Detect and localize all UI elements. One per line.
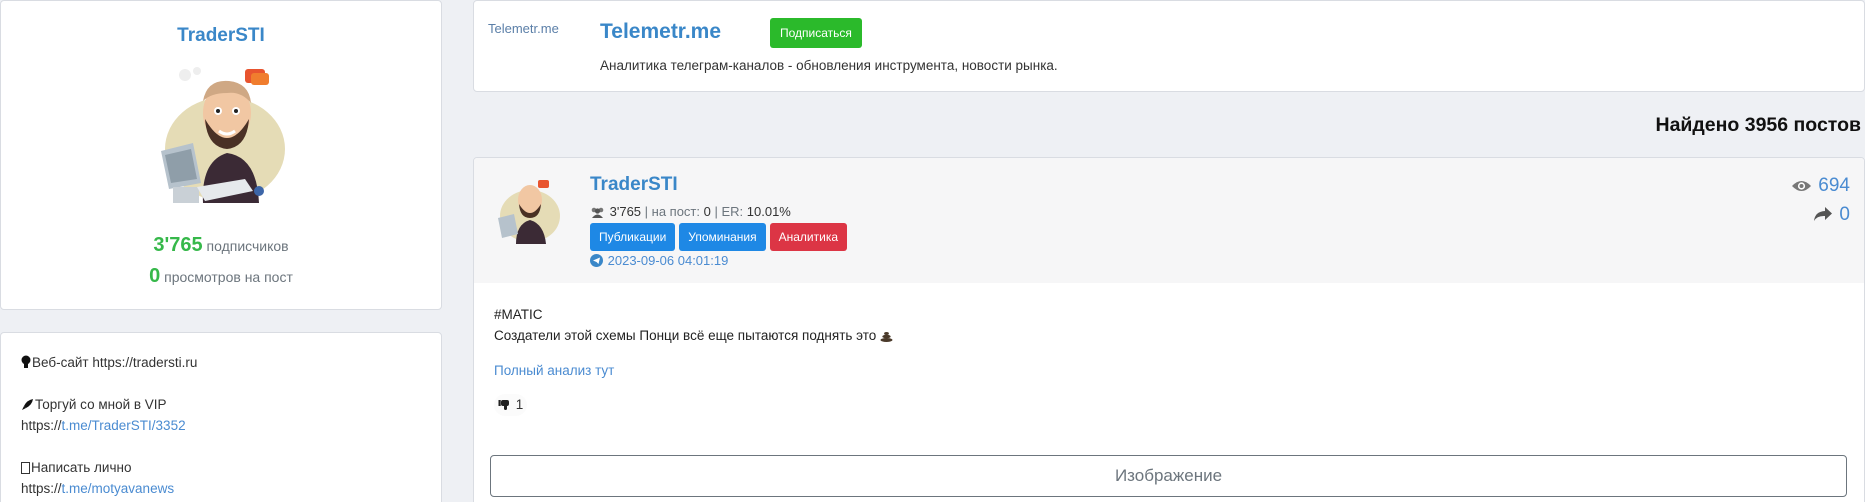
post-shares: 0 — [1813, 204, 1850, 226]
channel-title[interactable]: Telemetr.me — [600, 20, 721, 44]
bio-contact-text: Написать лично — [31, 460, 132, 475]
bulb-icon — [21, 355, 31, 368]
views-label: просмотров на пост — [164, 269, 293, 285]
views-stat: 0 просмотров на пост — [1, 265, 441, 288]
subscribers-stat: 3'765 подписчиков — [1, 234, 441, 257]
post-subs-count: 3'765 — [609, 204, 642, 219]
bio-website-text: Веб-сайт https://tradersti.ru — [32, 355, 198, 370]
poop-icon — [880, 332, 893, 342]
subscribe-button[interactable]: Подписаться — [770, 18, 862, 48]
bio-website: Веб-сайт https://tradersti.ru — [21, 355, 197, 370]
subscribers-label: подписчиков — [206, 238, 289, 254]
profile-avatar — [161, 67, 285, 203]
telegram-icon — [590, 254, 603, 267]
post-meta: 3'765 | на пост: 0 | ER: 10.01% — [590, 204, 791, 219]
channel-description: Аналитика телеграм-каналов - обновления … — [600, 58, 1058, 73]
post-reaction[interactable]: 1 — [494, 394, 528, 416]
post-per-post-value: 0 — [703, 204, 711, 219]
post-text-line: Создатели этой схемы Понци всё еще пытаю… — [494, 325, 894, 346]
bio-vip-link-line: https://t.me/TraderSTI/3352 — [21, 418, 186, 433]
post-action-buttons: Публикации Упоминания Аналитика — [590, 223, 848, 251]
bio-vip-link[interactable]: t.me/TraderSTI/3352 — [62, 418, 186, 433]
post-er-label: ER: — [721, 204, 744, 219]
post-body: #MATIC Создатели этой схемы Понци всё ещ… — [494, 304, 894, 381]
post-date-text: 2023-09-06 04:01:19 — [607, 253, 729, 268]
bio-vip-text: Торгуй со мной в VIP — [35, 397, 167, 412]
channel-logo-image: Telemetr.me — [488, 21, 559, 36]
publications-button[interactable]: Публикации — [590, 223, 676, 251]
rocket-icon — [22, 399, 33, 410]
profile-name[interactable]: TraderSTI — [1, 25, 441, 47]
bio-contact-link-line: https://t.me/motyavanews — [21, 481, 174, 496]
post-reaction-count: 1 — [515, 397, 524, 412]
bio-vip-link-prefix: https:// — [21, 418, 62, 433]
bio-vip: Торгуй со мной в VIP — [21, 397, 167, 412]
post-tag: #MATIC — [494, 307, 543, 322]
users-icon — [591, 207, 604, 218]
post-views-count: 694 — [1818, 175, 1850, 196]
eye-icon — [1792, 181, 1812, 191]
image-button[interactable]: Изображение — [490, 455, 1847, 497]
bio-contact: Написать лично — [21, 460, 131, 475]
post-author-avatar[interactable] — [490, 172, 564, 246]
bio-contact-link-prefix: https:// — [21, 481, 62, 496]
bio-card: Веб-сайт https://tradersti.ru Торгуй со … — [0, 332, 442, 502]
channel-card: Telemetr.me Telemetr.me Подписаться Анал… — [473, 0, 1865, 92]
post-card: TraderSTI 3'765 | на пост: 0 | ER: 10.01… — [473, 157, 1865, 502]
message-icon — [21, 462, 30, 474]
post-text: Создатели этой схемы Понци всё еще пытаю… — [494, 328, 877, 343]
post-shares-count: 0 — [1839, 204, 1850, 225]
share-icon — [1814, 207, 1833, 221]
bio-contact-link[interactable]: t.me/motyavanews — [62, 481, 175, 496]
post-author-name[interactable]: TraderSTI — [590, 174, 678, 196]
post-date[interactable]: 2023-09-06 04:01:19 — [590, 253, 728, 268]
views-count: 0 — [149, 265, 161, 287]
profile-card: TraderSTI 3'765 подписчиков 0 просмотров… — [0, 0, 442, 310]
thumbs-down-icon — [498, 400, 509, 410]
mentions-button[interactable]: Упоминания — [679, 223, 766, 251]
subscribers-count: 3'765 — [153, 234, 203, 256]
post-per-post-label: на пост: — [651, 204, 700, 219]
post-er-value: 10.01% — [746, 204, 791, 219]
results-count-heading: Найдено 3956 постов — [1655, 114, 1861, 136]
post-analysis-link[interactable]: Полный анализ тут — [494, 363, 614, 378]
post-views: 694 — [1791, 175, 1850, 197]
analytics-button[interactable]: Аналитика — [769, 223, 848, 251]
